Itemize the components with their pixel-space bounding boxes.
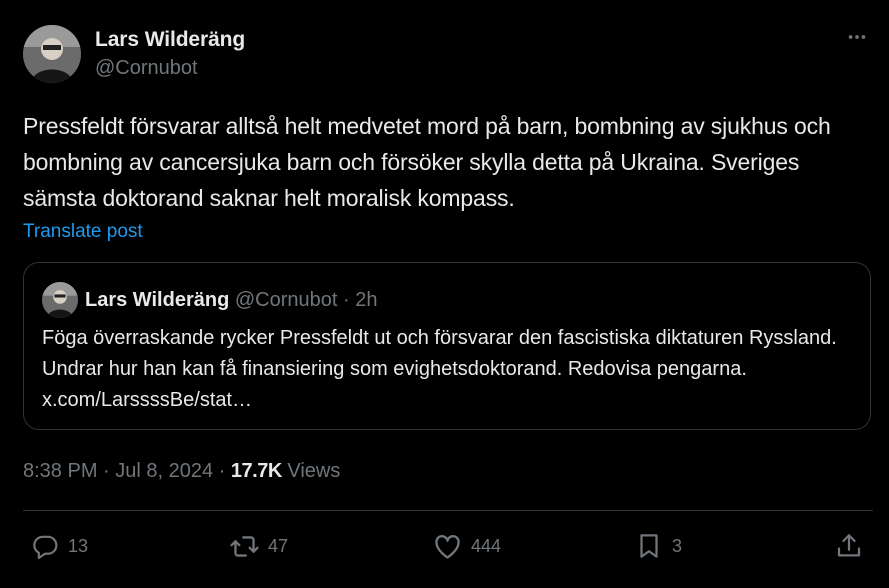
reply-icon	[31, 532, 60, 561]
quoted-post-text: Föga överraskande rycker Pressfeldt ut o…	[42, 327, 837, 411]
post-text: Pressfeldt försvarar alltså helt medvete…	[23, 113, 831, 211]
meta-separator-2: ·	[213, 460, 231, 482]
post-time[interactable]: 8:38 PM	[23, 460, 97, 482]
actions-divider	[23, 510, 873, 511]
author-avatar[interactable]	[23, 25, 81, 83]
meta-separator: ·	[97, 460, 116, 482]
share-icon	[834, 531, 864, 561]
bookmark-icon	[634, 531, 664, 561]
quoted-post-header: Lars Wilderäng @Cornubot · 2h	[85, 287, 377, 313]
bookmark-button[interactable]: 3	[634, 530, 682, 562]
post-meta: 8:38 PM · Jul 8, 2024 · 17.7K Views	[23, 458, 340, 484]
author-info: Lars Wilderäng @Cornubot	[95, 27, 245, 81]
bookmark-count: 3	[672, 535, 683, 556]
translate-post-link[interactable]: Translate post	[23, 219, 143, 245]
quoted-author-avatar	[42, 282, 78, 318]
post-date[interactable]: Jul 8, 2024	[115, 460, 213, 482]
author-name[interactable]: Lars Wilderäng	[95, 27, 245, 53]
quoted-post-time: 2h	[355, 289, 378, 311]
quoted-author-handle: @Cornubot	[234, 289, 338, 311]
views-label: Views	[281, 460, 341, 482]
more-horizontal-icon	[846, 26, 868, 53]
like-button[interactable]: 444	[432, 530, 501, 562]
reply-count: 13	[68, 535, 89, 556]
share-button[interactable]	[834, 530, 864, 562]
reply-button[interactable]: 13	[31, 530, 88, 562]
views-count: 17.7K	[230, 460, 282, 482]
quoted-separator: ·	[337, 289, 356, 311]
more-options-button[interactable]	[842, 24, 872, 54]
quoted-post[interactable]: Lars Wilderäng @Cornubot · 2h Föga överr…	[23, 262, 871, 430]
repost-button[interactable]: 47	[229, 530, 288, 562]
author-handle[interactable]: @Cornubot	[95, 55, 245, 81]
repost-count: 47	[268, 535, 289, 556]
repost-icon	[229, 531, 260, 562]
quoted-author-name: Lars Wilderäng	[85, 289, 230, 311]
like-count: 444	[471, 535, 502, 556]
like-icon	[432, 531, 463, 562]
